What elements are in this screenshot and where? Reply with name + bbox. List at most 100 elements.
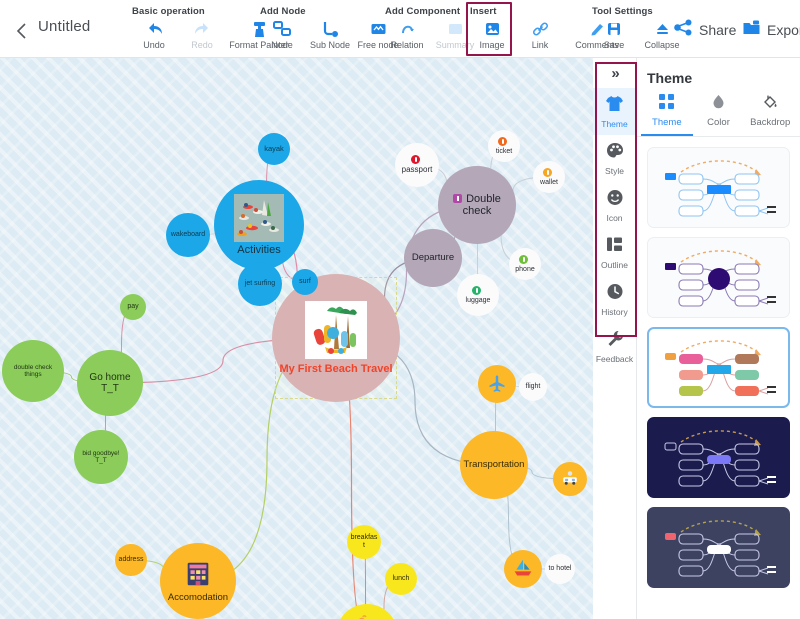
paint-bucket-icon	[763, 94, 778, 114]
toolbar-group-add-node: Add Node Node Sub Node Free node	[258, 6, 402, 54]
undo-arrow-icon	[145, 19, 164, 38]
mindmap-node-phone[interactable]: phone	[509, 248, 541, 280]
sub-node-icon	[321, 19, 339, 38]
theme-card-theme-purple-radial[interactable]	[647, 237, 790, 318]
sidebar-item-icon-label: Icon	[606, 212, 623, 223]
tab-theme-label: Theme	[652, 117, 682, 128]
node-label-kayak: kayak	[264, 143, 284, 153]
sidebar-item-style-label: Style	[605, 165, 624, 176]
mindmap-node-doublecheckth[interactable]: double check things	[2, 340, 64, 402]
mindmap-node-tohotel[interactable]: to hotel	[545, 554, 575, 584]
node-label-passport: passport	[395, 155, 439, 175]
group-title-add-node: Add Node	[260, 6, 306, 17]
save-icon	[606, 19, 622, 38]
redo-arrow-icon	[193, 19, 212, 38]
sidebar-item-feedback[interactable]: Feedback	[593, 323, 636, 370]
mindmap-node-departure[interactable]: Departure	[404, 229, 462, 287]
insert-image-button[interactable]: Image	[468, 19, 516, 50]
image-icon	[484, 19, 501, 38]
mindmap-node-address[interactable]: address	[115, 544, 147, 576]
color-drop-icon	[711, 94, 726, 114]
node-label-activities: Activities	[237, 243, 281, 256]
sidebar-item-outline[interactable]: Outline	[593, 229, 636, 276]
theme-card-theme-dark-slate[interactable]	[647, 507, 790, 588]
mindmap-node-wakeboard[interactable]: wakeboard	[166, 213, 210, 257]
sidebar-item-icon[interactable]: Icon	[593, 182, 636, 229]
export-button[interactable]: Export	[742, 19, 800, 41]
share-icon	[674, 19, 693, 41]
food-bowl-icon	[352, 615, 382, 619]
redo-button[interactable]: Redo	[178, 19, 226, 50]
document-title[interactable]: Untitled	[38, 18, 90, 35]
mindmap-node-bus[interactable]	[553, 462, 587, 496]
mindmap-node-accomodation[interactable]: Accomodation	[160, 543, 236, 619]
sidebar-item-history[interactable]: History	[593, 276, 636, 323]
sidebar-item-style[interactable]: Style	[593, 135, 636, 182]
node-label-flight: flight	[525, 383, 541, 391]
mindmap-node-root[interactable]: My First Beach Travel	[272, 274, 400, 402]
mindmap-node-surf[interactable]: surf	[292, 269, 318, 295]
group-title-tool-settings: Tool Settings	[592, 6, 653, 17]
save-label: Save	[603, 40, 625, 50]
mindmap-node-doublecheck[interactable]: Double check	[438, 166, 516, 244]
node-label-wakeboard: wakeboard	[170, 231, 206, 239]
mindmap-node-jetsurfing[interactable]: jet surfing	[238, 262, 282, 306]
undo-button[interactable]: Undo	[130, 19, 178, 50]
back-button[interactable]	[8, 18, 34, 44]
mindmap-node-luggage[interactable]: luggage	[457, 274, 499, 316]
node-image-beach-travel-photo	[305, 300, 367, 359]
node-label-bidgoodbye: bid goodbye! T_T	[82, 449, 120, 464]
mindmap-canvas[interactable]: My First Beach Travel Activities kayak wake…	[0, 58, 593, 619]
mindmap-node-kayak[interactable]: kayak	[258, 133, 290, 165]
insert-link-button[interactable]: Link	[516, 19, 564, 50]
tab-backdrop[interactable]: Backdrop	[744, 94, 796, 136]
mindmap-node-activities[interactable]: Activities	[214, 180, 304, 270]
node-badge-doublecheck	[453, 193, 463, 203]
chevron-left-icon	[16, 23, 26, 39]
collapse-icon	[654, 19, 671, 38]
mindmap-node-lunch[interactable]: lunch	[385, 563, 417, 595]
mindmap-node-boat[interactable]	[504, 550, 542, 588]
sidebar-collapse-button[interactable]: »	[593, 58, 636, 88]
add-node-button[interactable]: Node	[258, 19, 306, 50]
mindmap-node-ticket[interactable]: ticket	[488, 130, 520, 162]
summary-icon	[447, 19, 464, 38]
node-label-pay: pay	[127, 303, 139, 311]
smiley-icon	[606, 189, 624, 211]
save-button[interactable]: Save	[590, 19, 638, 50]
tab-color[interactable]: Color	[693, 94, 745, 136]
theme-card-theme-colorful[interactable]	[647, 327, 790, 408]
tab-theme[interactable]: Theme	[641, 94, 693, 136]
sidebar-item-outline-label: Outline	[601, 259, 628, 270]
collapse-label: Collapse	[644, 40, 680, 50]
toolbar-group-tool-settings: Tool Settings Save Collapse	[590, 6, 686, 54]
toolbar-group-add-component: Add Component Relation Summary	[383, 6, 479, 54]
mindmap-node-wallet[interactable]: wallet	[533, 161, 565, 193]
sidebar-item-feedback-label: Feedback	[595, 353, 634, 364]
grid-squares-icon	[659, 94, 675, 114]
sidebar-item-theme[interactable]: Theme	[593, 88, 636, 135]
share-button[interactable]: Share	[674, 19, 736, 41]
mindmap-node-flight[interactable]: flight	[519, 373, 547, 401]
add-relation-button[interactable]: Relation	[383, 19, 431, 50]
mindmap-node-bidgoodbye[interactable]: bid goodbye! T_T	[74, 430, 128, 484]
node-label-ticket: ticket	[488, 136, 520, 155]
tshirt-icon	[605, 95, 624, 117]
theme-card-theme-blue-classic[interactable]	[647, 147, 790, 228]
mindmap-node-pay[interactable]: pay	[120, 294, 146, 320]
mindmap-node-gohome[interactable]: Go home T_T	[77, 350, 143, 416]
mindmap-node-transport[interactable]: Transportation	[460, 431, 528, 499]
node-label-transport: Transportation	[463, 458, 525, 470]
link-icon	[532, 19, 549, 38]
node-image-watersports-photo	[234, 193, 284, 242]
mindmap-node-breakfast[interactable]: breakfast	[347, 525, 381, 559]
add-sub-node-label: Sub Node	[309, 40, 351, 50]
export-icon	[742, 19, 761, 41]
theme-card-theme-dark-navy[interactable]	[647, 417, 790, 498]
mindmap-node-passport[interactable]: passport	[395, 143, 439, 187]
node-icon	[273, 19, 291, 38]
add-sub-node-button[interactable]: Sub Node	[306, 19, 354, 50]
node-label-doublecheckth: double check things	[13, 363, 53, 378]
airplane-icon	[487, 373, 507, 396]
mindmap-node-plane[interactable]	[478, 365, 516, 403]
